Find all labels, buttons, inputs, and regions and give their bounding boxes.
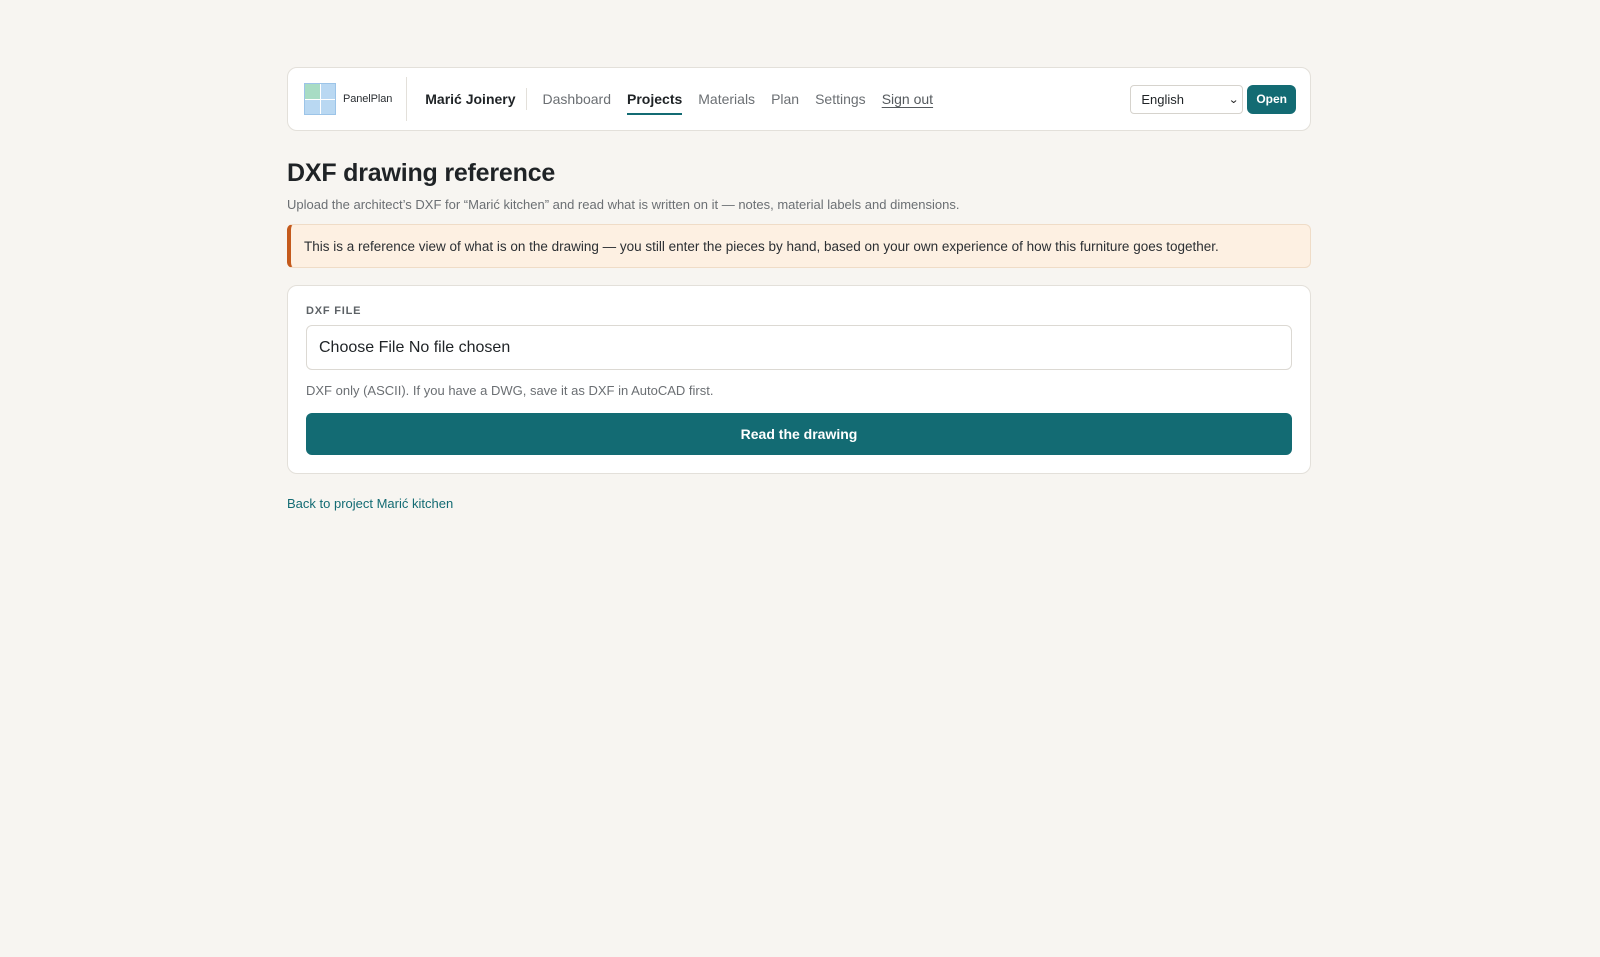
nav-dashboard[interactable]: Dashboard	[543, 85, 612, 113]
read-drawing-button[interactable]: Read the drawing	[306, 413, 1292, 455]
nav-materials[interactable]: Materials	[698, 85, 755, 113]
brand[interactable]: PanelPlan	[304, 77, 408, 121]
back-to-project-link[interactable]: Back to project Marić kitchen	[287, 496, 453, 511]
nav-settings[interactable]: Settings	[815, 85, 866, 113]
language-tools: English ⌄ Open	[1130, 84, 1296, 114]
nav-projects[interactable]: Projects	[627, 85, 683, 115]
nav-sign-out[interactable]: Sign out	[882, 85, 933, 113]
top-navigation-bar: PanelPlan Marić Joinery Dashboard Projec…	[287, 67, 1311, 131]
page-container: PanelPlan Marić Joinery Dashboard Projec…	[287, 67, 1311, 513]
nav-plan[interactable]: Plan	[771, 85, 799, 113]
dxf-file-input[interactable]: Choose File No file chosen	[306, 325, 1292, 370]
language-select-value: English	[1141, 91, 1184, 107]
reference-notice: This is a reference view of what is on t…	[287, 224, 1311, 268]
language-select[interactable]: English ⌄	[1130, 84, 1244, 114]
chevron-down-icon: ⌄	[1228, 93, 1240, 106]
file-input-text: Choose File No file chosen	[319, 338, 511, 356]
page-subtitle: Upload the architect’s DXF for “Marić ki…	[287, 197, 960, 212]
file-hint: DXF only (ASCII). If you have a DWG, sav…	[306, 383, 714, 398]
main-nav: Dashboard Projects Materials Plan Settin…	[543, 85, 933, 115]
brand-name: PanelPlan	[343, 93, 393, 105]
panelplan-logo-icon	[304, 83, 336, 115]
upload-card: DXF FILE Choose File No file chosen DXF …	[287, 285, 1311, 474]
open-button[interactable]: Open	[1247, 84, 1296, 114]
notice-text: This is a reference view of what is on t…	[304, 238, 1219, 254]
page-title: DXF drawing reference	[287, 159, 556, 187]
organization-name: Marić Joinery	[407, 88, 527, 110]
dxf-file-label: DXF FILE	[306, 305, 362, 317]
